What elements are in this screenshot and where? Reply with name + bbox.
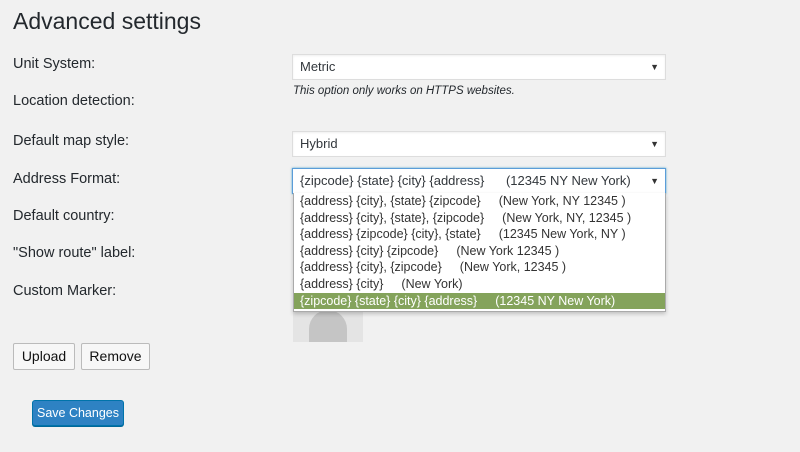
save-changes-button[interactable]: Save Changes [32, 400, 124, 426]
remove-button[interactable]: Remove [81, 343, 150, 370]
show-route-label: "Show route" label: [13, 245, 136, 261]
custom-marker-label: Custom Marker: [13, 283, 117, 299]
address-format-option[interactable]: {address} {city} {zipcode} (New York 1234… [294, 243, 665, 260]
address-format-select[interactable]: {zipcode} {state} {city} {address} (1234… [292, 168, 666, 194]
default-country-label: Default country: [13, 208, 115, 224]
page-title: Advanced settings [13, 8, 201, 34]
address-format-option[interactable]: {address} {city} (New York) [294, 276, 665, 293]
address-format-label: Address Format: [13, 171, 121, 187]
location-detection-label: Location detection: [13, 93, 135, 109]
address-format-value-hint: (12345 NY New York) [505, 173, 631, 188]
address-format-option[interactable]: {address} {city}, {state} {zipcode} (New … [294, 193, 665, 210]
unit-system-label: Unit System: [13, 56, 96, 72]
chevron-down-icon: ▼ [650, 176, 659, 186]
address-format-value: {zipcode} {state} {city} {address} [300, 173, 485, 188]
address-format-dropdown: {address} {city}, {state} {zipcode} (New … [293, 193, 666, 312]
map-style-label: Default map style: [13, 133, 130, 149]
map-style-select[interactable]: Hybrid ▼ [292, 131, 666, 157]
unit-system-value: Metric [300, 59, 336, 74]
address-format-option-selected[interactable]: {zipcode} {state} {city} {address} (12345… [294, 292, 665, 310]
address-format-option[interactable]: {address} {city}, {state}, {zipcode} (New… [294, 210, 665, 227]
chevron-down-icon: ▼ [650, 62, 659, 72]
https-hint: This option only works on HTTPS websites… [293, 85, 515, 97]
marker-placeholder-icon [309, 310, 347, 342]
upload-button[interactable]: Upload [13, 343, 75, 370]
map-style-value: Hybrid [300, 136, 338, 151]
chevron-down-icon: ▼ [650, 139, 659, 149]
address-format-option[interactable]: {address} {zipcode} {city}, {state} (1234… [294, 226, 665, 243]
address-format-option[interactable]: {address} {city}, {zipcode} (New York, 12… [294, 259, 665, 276]
unit-system-select[interactable]: Metric ▼ [292, 54, 666, 80]
